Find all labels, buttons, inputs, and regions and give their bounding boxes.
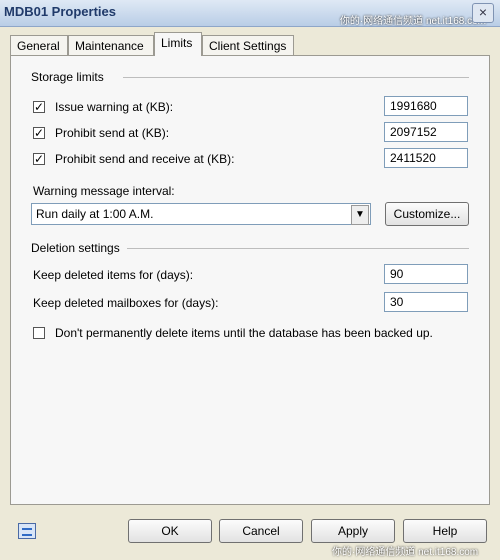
title-bar: MDB01 Properties 你的·网络通信频道 net.it168.com… — [0, 0, 500, 27]
tab-client-settings[interactable]: Client Settings — [202, 35, 294, 55]
deletion-settings-title: Deletion settings — [31, 241, 120, 255]
limits-panel: Storage limits ✓ Issue warning at (KB): … — [10, 55, 490, 505]
prohibit-send-receive-checkbox[interactable]: ✓ — [33, 153, 45, 165]
window-title: MDB01 Properties — [4, 4, 116, 19]
watermark-text: 你的·网络通信频道 net.it168.com — [339, 16, 486, 27]
keep-deleted-items-input[interactable]: 90 — [384, 264, 468, 284]
ok-button[interactable]: OK — [128, 519, 212, 543]
prohibit-send-input[interactable]: 2097152 — [384, 122, 468, 142]
storage-divider — [123, 77, 469, 78]
help-button[interactable]: Help — [403, 519, 487, 543]
issue-warning-checkbox[interactable]: ✓ — [33, 101, 45, 113]
issue-warning-input[interactable]: 1991680 — [384, 96, 468, 116]
prohibit-send-checkbox[interactable]: ✓ — [33, 127, 45, 139]
close-button[interactable]: × — [472, 3, 494, 23]
chevron-down-icon[interactable]: ▼ — [351, 205, 369, 225]
cancel-button[interactable]: Cancel — [219, 519, 303, 543]
warning-interval-label: Warning message interval: — [33, 184, 175, 198]
prohibit-send-receive-input[interactable]: 2411520 — [384, 148, 468, 168]
warning-interval-value: Run daily at 1:00 A.M. — [36, 207, 154, 221]
warning-interval-select[interactable]: Run daily at 1:00 A.M. ▼ — [31, 203, 371, 225]
backup-label: Don't permanently delete items until the… — [55, 326, 433, 340]
tab-maintenance[interactable]: Maintenance — [68, 35, 154, 55]
prohibit-send-label: Prohibit send at (KB): — [55, 126, 170, 140]
prohibit-send-receive-label: Prohibit send and receive at (KB): — [55, 152, 235, 166]
keep-deleted-items-label: Keep deleted items for (days): — [33, 268, 194, 282]
backup-checkbox[interactable] — [33, 327, 45, 339]
customize-button[interactable]: Customize... — [385, 202, 469, 226]
deletion-divider — [127, 248, 469, 249]
apply-button[interactable]: Apply — [311, 519, 395, 543]
keep-deleted-mailboxes-input[interactable]: 30 — [384, 292, 468, 312]
storage-limits-title: Storage limits — [31, 70, 104, 84]
keep-deleted-mailboxes-label: Keep deleted mailboxes for (days): — [33, 296, 219, 310]
properties-icon — [18, 523, 36, 539]
footer-watermark: 你的·网络通信频道 net.it168.com — [332, 547, 479, 558]
tab-general[interactable]: General — [10, 35, 68, 55]
issue-warning-label: Issue warning at (KB): — [55, 100, 174, 114]
tab-limits[interactable]: Limits — [154, 32, 202, 56]
